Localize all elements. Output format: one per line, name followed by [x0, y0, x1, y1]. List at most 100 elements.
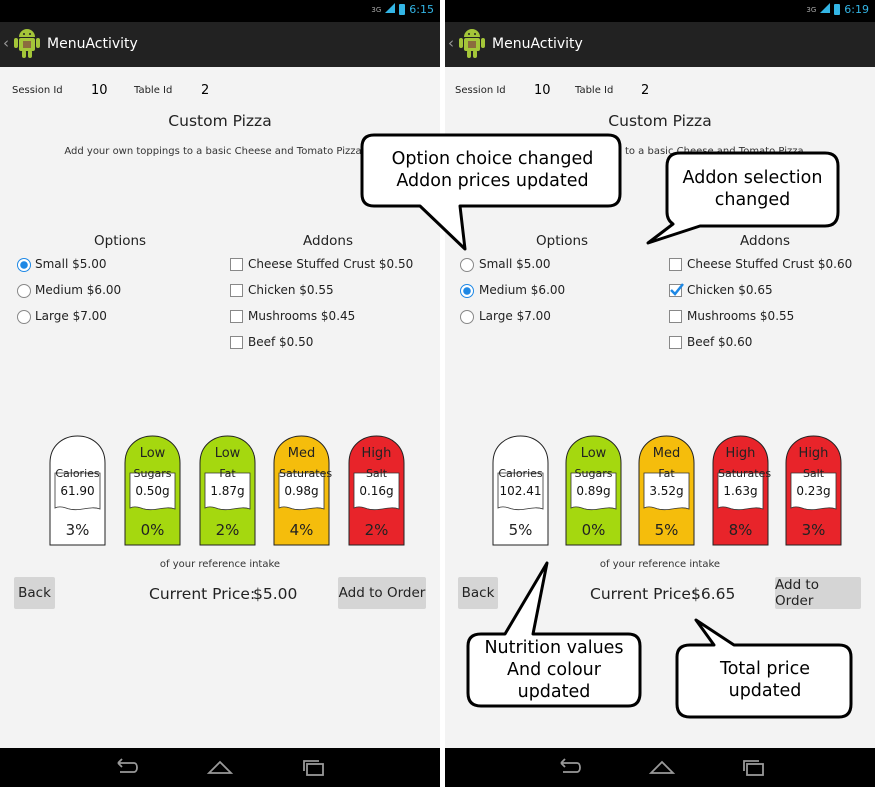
checkbox-cheese-crust[interactable]	[669, 258, 682, 271]
add-to-order-button[interactable]: Add to Order	[338, 577, 426, 609]
nutrient-percent: 8%	[728, 521, 753, 539]
radio-large[interactable]	[17, 310, 31, 324]
nutrition-saturates: High Saturates 1.63g 8%	[712, 435, 771, 546]
action-bar: ‹ MenuActivity	[0, 22, 440, 67]
nutrient-value: 1.63g	[723, 484, 758, 498]
checkmark-icon	[670, 283, 684, 296]
battery-icon	[399, 4, 406, 15]
session-value: 10	[91, 83, 108, 98]
pizza-title: Custom Pizza	[168, 112, 272, 130]
callout-line: Addon prices updated	[396, 171, 589, 191]
checkbox-mushrooms[interactable]	[669, 310, 682, 323]
checkbox-beef[interactable]	[669, 336, 682, 349]
back-nav-icon[interactable]	[555, 758, 583, 776]
radio-small[interactable]	[17, 258, 31, 272]
callout-line: Nutrition values	[484, 638, 624, 658]
table-label: Table Id	[134, 85, 173, 96]
level-label: Low	[139, 446, 166, 461]
nutrient-name: Sugars	[133, 467, 172, 480]
nutrient-percent: 2%	[215, 521, 240, 539]
add-to-order-button[interactable]: Add to Order	[775, 577, 861, 609]
table-label: Table Id	[575, 85, 614, 96]
nutrition-calories: Calories 61.90 3%	[49, 435, 106, 546]
nutrient-value: 0.16g	[359, 484, 394, 498]
addon-mushrooms-label[interactable]: Mushrooms $0.45	[248, 309, 355, 323]
checkbox-mushrooms[interactable]	[230, 310, 243, 323]
nutrition-sugars: Low Sugars 0.50g 0%	[124, 435, 181, 546]
option-large-label[interactable]: Large $7.00	[479, 309, 551, 323]
option-medium-label[interactable]: Medium $6.00	[35, 283, 121, 297]
nutrient-value: 1.87g	[210, 484, 245, 498]
nutrient-value: 102.41	[499, 484, 542, 498]
callout-line: updated	[517, 682, 591, 702]
home-nav-icon[interactable]	[206, 758, 234, 776]
reference-note: of your reference intake	[159, 559, 281, 570]
recents-nav-icon[interactable]	[300, 758, 328, 776]
table-value: 2	[641, 83, 650, 98]
session-label: Session Id	[455, 85, 506, 96]
pizza-title: Custom Pizza	[608, 112, 712, 130]
callout-line: And colour	[507, 660, 601, 680]
nutrition-calories: Calories 102.41 5%	[492, 435, 549, 546]
checkbox-chicken[interactable]	[230, 284, 243, 297]
session-label: Session Id	[12, 85, 63, 96]
level-label: High	[725, 446, 756, 461]
radio-medium[interactable]	[460, 284, 474, 298]
nutrient-percent: 5%	[508, 521, 533, 539]
addon-chicken-label[interactable]: Chicken $0.55	[248, 283, 334, 297]
nutrient-name: Salt	[802, 467, 825, 480]
addon-beef-label[interactable]: Beef $0.50	[248, 335, 313, 349]
app-title: MenuActivity	[492, 36, 583, 52]
nutrient-value: 0.89g	[576, 484, 611, 498]
back-nav-icon[interactable]	[112, 758, 140, 776]
system-nav-bar	[445, 748, 875, 787]
network-indicator: 3G	[806, 5, 817, 14]
nutrient-name: Fat	[219, 467, 236, 480]
nutrient-percent: 4%	[289, 521, 314, 539]
up-chevron-icon[interactable]: ‹	[448, 34, 454, 52]
addon-cheese-crust-label[interactable]: Cheese Stuffed Crust $0.50	[248, 257, 413, 271]
up-chevron-icon[interactable]: ‹	[3, 34, 9, 52]
home-nav-icon[interactable]	[648, 758, 676, 776]
option-small-label[interactable]: Small $5.00	[35, 257, 107, 271]
level-label: Low	[580, 446, 607, 461]
price-label: Current Price:	[149, 585, 256, 603]
nutrition-sugars: Low Sugars 0.89g 0%	[565, 435, 622, 546]
option-medium-label[interactable]: Medium $6.00	[479, 283, 565, 297]
android-app-icon[interactable]	[12, 28, 42, 64]
nutrition-salt: High Salt 0.23g 3%	[785, 435, 842, 546]
android-app-icon[interactable]	[457, 28, 487, 64]
addon-mushrooms-label[interactable]: Mushrooms $0.55	[687, 309, 794, 323]
nutrition-salt: High Salt 0.16g 2%	[348, 435, 405, 546]
option-small-label[interactable]: Small $5.00	[479, 257, 551, 271]
checkbox-cheese-crust[interactable]	[230, 258, 243, 271]
callout-line: Total price	[720, 659, 810, 679]
addon-cheese-crust-label[interactable]: Cheese Stuffed Crust $0.60	[687, 257, 852, 271]
radio-large[interactable]	[460, 310, 474, 324]
nutrient-percent: 3%	[801, 521, 826, 539]
options-header: Options	[94, 233, 147, 249]
signal-icon	[820, 3, 831, 16]
nutrient-value: 3.52g	[649, 484, 684, 498]
nutrient-name: Salt	[365, 467, 388, 480]
radio-medium[interactable]	[17, 284, 31, 298]
checkbox-chicken[interactable]	[669, 283, 684, 297]
action-bar: ‹ MenuActivity	[445, 22, 875, 67]
recents-nav-icon[interactable]	[740, 758, 768, 776]
nutrient-percent: 0%	[140, 521, 165, 539]
addon-chicken-label[interactable]: Chicken $0.65	[687, 283, 773, 297]
level-label: Low	[214, 446, 241, 461]
radio-small[interactable]	[460, 258, 474, 272]
checkbox-beef[interactable]	[230, 336, 243, 349]
nutrient-percent: 2%	[364, 521, 389, 539]
nutrient-percent: 5%	[654, 521, 679, 539]
addon-beef-label[interactable]: Beef $0.60	[687, 335, 752, 349]
nutrient-name: Calories	[55, 467, 100, 480]
nutrient-percent: 0%	[581, 521, 606, 539]
back-button[interactable]: Back	[14, 577, 55, 609]
option-large-label[interactable]: Large $7.00	[35, 309, 107, 323]
nutrient-value: 0.98g	[284, 484, 319, 498]
table-value: 2	[201, 83, 210, 98]
nutrient-name: Calories	[498, 467, 543, 480]
level-label: High	[798, 446, 829, 461]
